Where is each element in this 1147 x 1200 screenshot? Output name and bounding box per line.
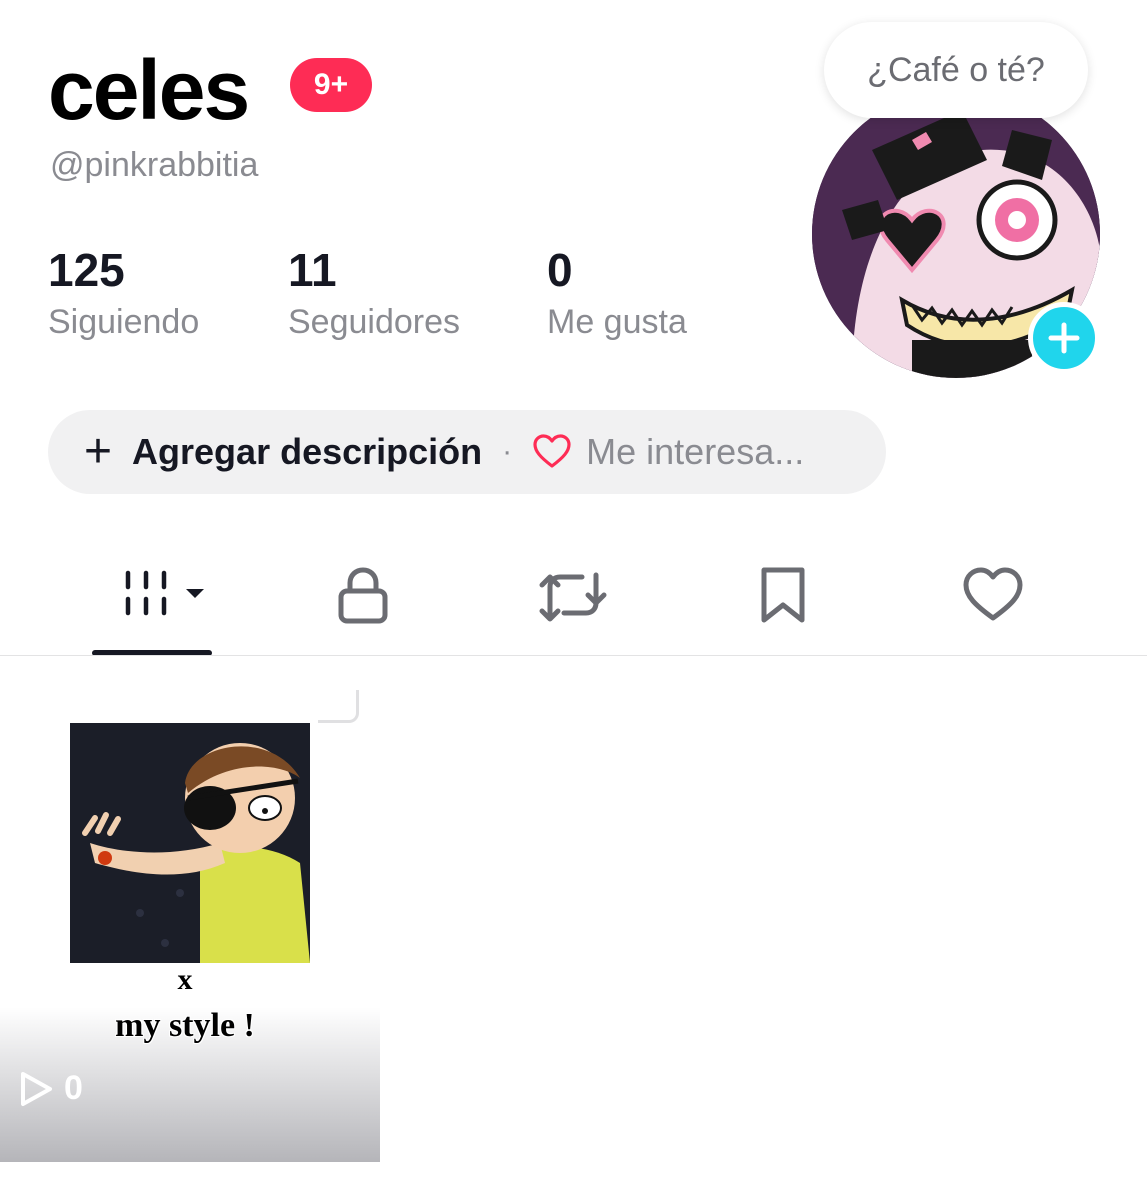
chevron-down-icon xyxy=(186,589,204,598)
profile-handle: @pinkrabbitia xyxy=(50,146,259,184)
followers-count: 11 xyxy=(288,244,337,296)
tab-private[interactable] xyxy=(313,560,413,630)
multi-select-corner xyxy=(318,690,359,723)
repost-icon xyxy=(539,572,607,622)
tab-favorites[interactable] xyxy=(733,560,833,630)
stat-followers[interactable]: 11 Seguidores xyxy=(288,244,460,342)
profile-display-name: celes xyxy=(48,43,250,137)
heart-icon xyxy=(963,567,1023,621)
plus-icon xyxy=(1048,322,1080,354)
caption-line-2: my style ! xyxy=(115,1007,255,1044)
tabs-divider xyxy=(0,655,1147,656)
plus-icon: + xyxy=(84,425,113,478)
tab-reposts[interactable] xyxy=(523,560,623,630)
grid-icon xyxy=(125,570,204,616)
bookmark-icon xyxy=(761,567,805,623)
video-thumbnail[interactable]: x my style ! 0 xyxy=(0,657,380,1162)
add-description-label: Agregar descripción xyxy=(132,431,483,472)
play-count: 0 xyxy=(64,1069,83,1107)
followers-label: Seguidores xyxy=(288,303,461,341)
add-description-pill[interactable]: + Agregar descripción · Me interesa... xyxy=(48,410,886,494)
interests-label: Me interesa... xyxy=(586,431,805,472)
stat-likes[interactable]: 0 Me gusta xyxy=(547,244,687,342)
play-count-row: 0 xyxy=(18,1069,83,1108)
caption-line-1: x xyxy=(177,963,193,996)
tab-liked[interactable] xyxy=(943,560,1043,630)
tab-videos[interactable] xyxy=(112,560,212,630)
separator-dot: · xyxy=(502,435,513,468)
likes-count: 0 xyxy=(547,244,573,296)
following-count: 125 xyxy=(48,244,125,296)
add-avatar-button[interactable] xyxy=(1028,302,1100,374)
heart-icon xyxy=(533,434,571,468)
status-bubble[interactable]: ¿Café o té? xyxy=(824,22,1088,118)
notification-badge[interactable]: 9+ xyxy=(290,58,372,112)
play-icon xyxy=(21,1071,52,1106)
thumbnail-image xyxy=(70,723,310,963)
likes-label: Me gusta xyxy=(547,303,687,341)
following-label: Siguiendo xyxy=(48,303,200,341)
lock-icon xyxy=(338,567,388,624)
stat-following[interactable]: 125 Siguiendo xyxy=(48,244,199,342)
